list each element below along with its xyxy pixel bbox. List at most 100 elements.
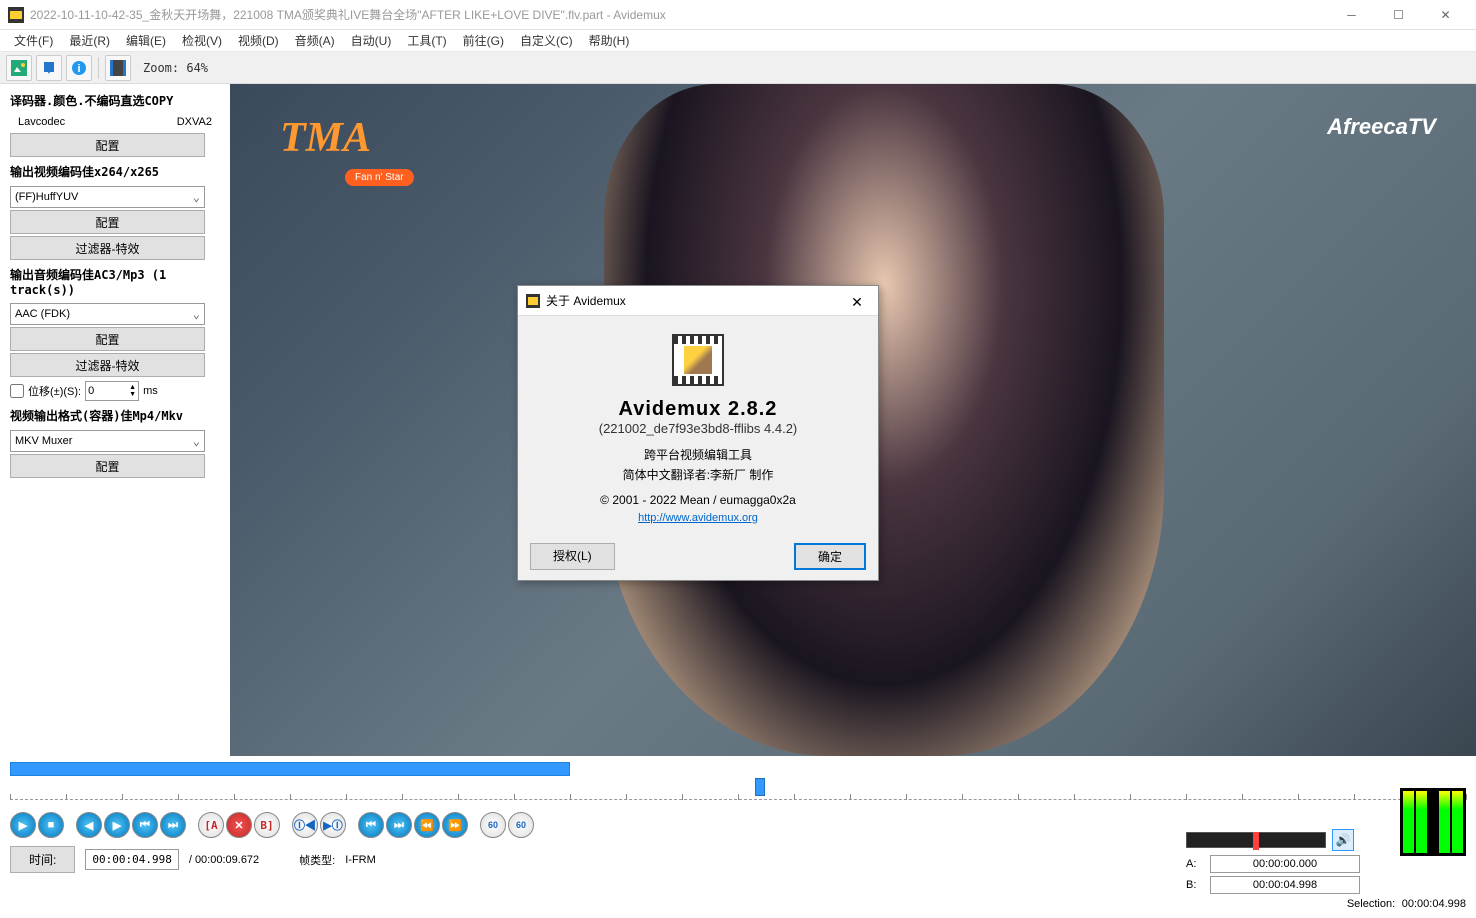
- audio-encoder-select[interactable]: AAC (FDK): [10, 303, 205, 325]
- menu-help[interactable]: 帮助(H): [581, 30, 638, 51]
- volume-handle[interactable]: [1253, 832, 1259, 850]
- open-button[interactable]: [6, 55, 32, 81]
- marker-a-label: A:: [1186, 858, 1204, 870]
- about-dialog-title: 关于 Avidemux: [546, 292, 626, 309]
- audioenc-section-title: 输出音频编码佳AC3/Mp3 (1 track(s)): [10, 262, 220, 301]
- video-filter-button[interactable]: 过滤器-特效: [10, 236, 205, 260]
- back-60s-button[interactable]: 60: [480, 812, 506, 838]
- menu-goto[interactable]: 前往(G): [455, 30, 512, 51]
- menu-auto[interactable]: 自动(U): [343, 30, 400, 51]
- menu-edit[interactable]: 编辑(E): [118, 30, 174, 51]
- menu-tools[interactable]: 工具(T): [399, 30, 454, 51]
- about-close-button[interactable]: ✕: [842, 291, 872, 313]
- minimize-button[interactable]: ─: [1329, 1, 1374, 29]
- goto-start-button[interactable]: ⏮: [358, 812, 384, 838]
- decoder-codec: Lavcodec: [18, 116, 177, 128]
- about-ok-button[interactable]: 确定: [794, 543, 866, 570]
- toolbar: i Zoom: 64%: [0, 52, 1476, 84]
- decoder-info-row: Lavcodec DXVA2: [10, 113, 220, 131]
- window-title: 2022-10-11-10-42-35_金秋天开场舞，221008 TMA颁奖典…: [30, 6, 1329, 23]
- speaker-button[interactable]: 🔊: [1332, 829, 1354, 851]
- decoder-accel: DXVA2: [177, 116, 212, 128]
- time-button[interactable]: 时间:: [10, 846, 75, 873]
- timeline-track[interactable]: [10, 780, 1466, 800]
- frame-type-value: I-FRM: [345, 854, 376, 866]
- goto-marker-b-button[interactable]: ⏩: [442, 812, 468, 838]
- marker-b-label: B:: [1186, 879, 1204, 891]
- save-icon: [41, 60, 57, 76]
- about-copyright: © 2001 - 2022 Mean / eumagga0x2a: [538, 493, 858, 507]
- menu-audio[interactable]: 音频(A): [287, 30, 343, 51]
- info-button[interactable]: i: [66, 55, 92, 81]
- goto-end-button[interactable]: ⏭: [386, 812, 412, 838]
- sidebar: 译码器.颜色.不编码直选COPY Lavcodec DXVA2 配置 输出视频编…: [0, 84, 230, 756]
- audio-configure-button[interactable]: 配置: [10, 327, 205, 351]
- zoom-label: Zoom: 64%: [143, 61, 208, 75]
- container-section-title: 视频输出格式(容器)佳Mp4/Mkv: [10, 403, 220, 428]
- menu-video[interactable]: 视频(D): [230, 30, 287, 51]
- window-titlebar: 2022-10-11-10-42-35_金秋天开场舞，221008 TMA颁奖典…: [0, 0, 1476, 30]
- timeline: [0, 756, 1476, 808]
- close-button[interactable]: ✕: [1423, 1, 1468, 29]
- selection-label: Selection:: [1347, 898, 1395, 910]
- container-configure-button[interactable]: 配置: [10, 454, 205, 478]
- prev-keyframe-button[interactable]: ⏮: [132, 812, 158, 838]
- audio-filter-button[interactable]: 过滤器-特效: [10, 353, 205, 377]
- save-button[interactable]: [36, 55, 62, 81]
- shift-unit: ms: [143, 385, 158, 397]
- decoder-section-title: 译码器.颜色.不编码直选COPY: [10, 88, 220, 113]
- image-icon: [11, 60, 27, 76]
- set-marker-b-button[interactable]: B]: [254, 812, 280, 838]
- info-icon: i: [71, 60, 87, 76]
- vu-meter: [1400, 788, 1466, 856]
- selection-time: 00:00:04.998: [1402, 898, 1466, 910]
- about-heading: Avidemux 2.8.2: [538, 398, 858, 421]
- prev-cut-button[interactable]: Ⓘ◀: [292, 812, 318, 838]
- about-logo-icon: [672, 334, 724, 386]
- video-logo-tma-sub: Fan n' Star: [345, 169, 414, 186]
- calculator-button[interactable]: [105, 55, 131, 81]
- volume-slider[interactable]: [1186, 832, 1326, 848]
- next-cut-button[interactable]: ▶Ⓘ: [320, 812, 346, 838]
- about-build: (221002_de7f93e3bd8-fflibs 4.4.2): [538, 421, 858, 436]
- container-select[interactable]: MKV Muxer: [10, 430, 205, 452]
- shift-label: 位移(±)(S):: [28, 383, 81, 399]
- about-license-button[interactable]: 授权(L): [530, 543, 615, 570]
- about-translator: 简体中文翻译者:李新厂 制作: [538, 466, 858, 483]
- speaker-icon: 🔊: [1336, 833, 1351, 847]
- about-app-icon: [526, 294, 540, 308]
- videoenc-section-title: 输出视频编码佳x264/x265: [10, 159, 220, 184]
- menu-view[interactable]: 检视(V): [174, 30, 230, 51]
- delete-button[interactable]: ✕: [226, 812, 252, 838]
- menu-file[interactable]: 文件(F): [6, 30, 61, 51]
- video-logo-tma: TMA: [280, 114, 371, 162]
- svg-text:i: i: [77, 63, 80, 75]
- next-keyframe-button[interactable]: ⏭: [160, 812, 186, 838]
- prev-frame-button[interactable]: ◀: [76, 812, 102, 838]
- shift-checkbox[interactable]: [10, 384, 24, 398]
- video-logo-afreeca: AfreecaTV: [1327, 114, 1436, 140]
- video-encoder-select[interactable]: (FF)HuffYUV: [10, 186, 205, 208]
- stop-button[interactable]: ■: [38, 812, 64, 838]
- video-configure-button[interactable]: 配置: [10, 210, 205, 234]
- total-time-label: / 00:00:09.672: [189, 854, 259, 866]
- timeline-handle[interactable]: [755, 778, 765, 796]
- next-frame-button[interactable]: ▶: [104, 812, 130, 838]
- frame-type-label: 帧类型:: [299, 852, 335, 868]
- fwd-60s-button[interactable]: 60: [508, 812, 534, 838]
- set-marker-a-button[interactable]: [A: [198, 812, 224, 838]
- about-desc: 跨平台视频编辑工具: [538, 446, 858, 463]
- current-time-input[interactable]: 00:00:04.998: [85, 849, 178, 870]
- app-icon: [8, 7, 24, 23]
- maximize-button[interactable]: ☐: [1376, 1, 1421, 29]
- goto-marker-a-button[interactable]: ⏪: [414, 812, 440, 838]
- play-button[interactable]: ▶: [10, 812, 36, 838]
- decoder-configure-button[interactable]: 配置: [10, 133, 205, 157]
- menu-bar: 文件(F) 最近(R) 编辑(E) 检视(V) 视频(D) 音频(A) 自动(U…: [0, 30, 1476, 52]
- shift-spinner[interactable]: 0 ▲▼: [85, 381, 139, 401]
- menu-custom[interactable]: 自定义(C): [512, 30, 581, 51]
- about-dialog: 关于 Avidemux ✕ Avidemux 2.8.2 (221002_de7…: [517, 285, 879, 581]
- about-url-link[interactable]: http://www.avidemux.org: [638, 512, 758, 524]
- selection-bar[interactable]: [10, 762, 570, 776]
- menu-recent[interactable]: 最近(R): [61, 30, 118, 51]
